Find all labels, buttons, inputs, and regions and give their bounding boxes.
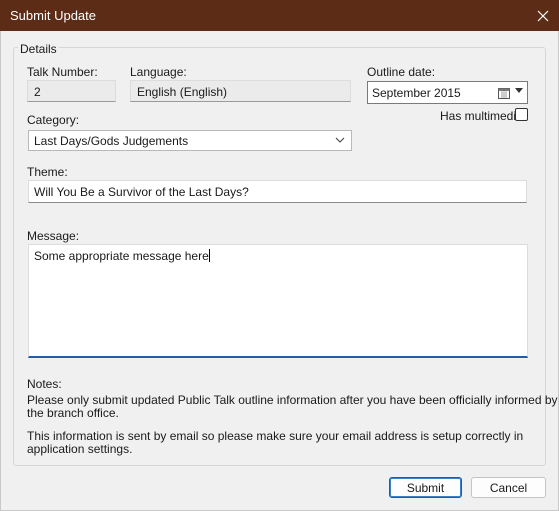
message-value: Some appropriate message here — [34, 249, 209, 263]
category-label: Category: — [27, 113, 80, 127]
outline-date-value: September 2015 — [372, 86, 461, 100]
category-value: Last Days/Gods Judgements — [34, 134, 189, 148]
message-textarea[interactable]: Some appropriate message here — [28, 244, 528, 358]
notes-line-2: the branch office. — [27, 406, 119, 420]
details-group-title: Details — [18, 42, 59, 56]
language-field: English (English) — [130, 80, 351, 102]
outline-date-picker[interactable]: September 2015 — [367, 81, 528, 104]
close-button[interactable] — [526, 0, 559, 31]
has-multimedia-label: Has multimedia — [440, 109, 523, 123]
submit-label: Submit — [406, 480, 445, 495]
theme-input[interactable]: Will You Be a Survivor of the Last Days? — [28, 180, 527, 203]
language-label: Language: — [130, 65, 187, 79]
cancel-label: Cancel — [489, 480, 528, 495]
cancel-button[interactable]: Cancel — [471, 477, 546, 498]
title-bar: Submit Update — [0, 0, 559, 31]
submit-button[interactable]: Submit — [389, 477, 462, 498]
outline-date-label: Outline date: — [367, 65, 436, 79]
chevron-down-icon — [335, 137, 345, 143]
text-caret — [208, 249, 210, 262]
category-select[interactable]: Last Days/Gods Judgements — [28, 130, 352, 151]
theme-value: Will You Be a Survivor of the Last Days? — [34, 185, 249, 199]
language-value: English (English) — [137, 85, 228, 99]
theme-label: Theme: — [27, 165, 68, 179]
talk-number-label: Talk Number: — [27, 65, 98, 79]
calendar-icon[interactable] — [498, 87, 510, 99]
talk-number-field: 2 — [27, 80, 116, 102]
close-icon — [537, 10, 548, 21]
window-title: Submit Update — [10, 8, 96, 23]
notes-label: Notes: — [27, 377, 62, 391]
message-label: Message: — [27, 229, 80, 243]
has-multimedia-checkbox[interactable] — [515, 108, 528, 121]
notes-line-4: application settings. — [27, 442, 133, 456]
talk-number-value: 2 — [34, 85, 41, 99]
chevron-down-icon[interactable] — [515, 88, 523, 94]
